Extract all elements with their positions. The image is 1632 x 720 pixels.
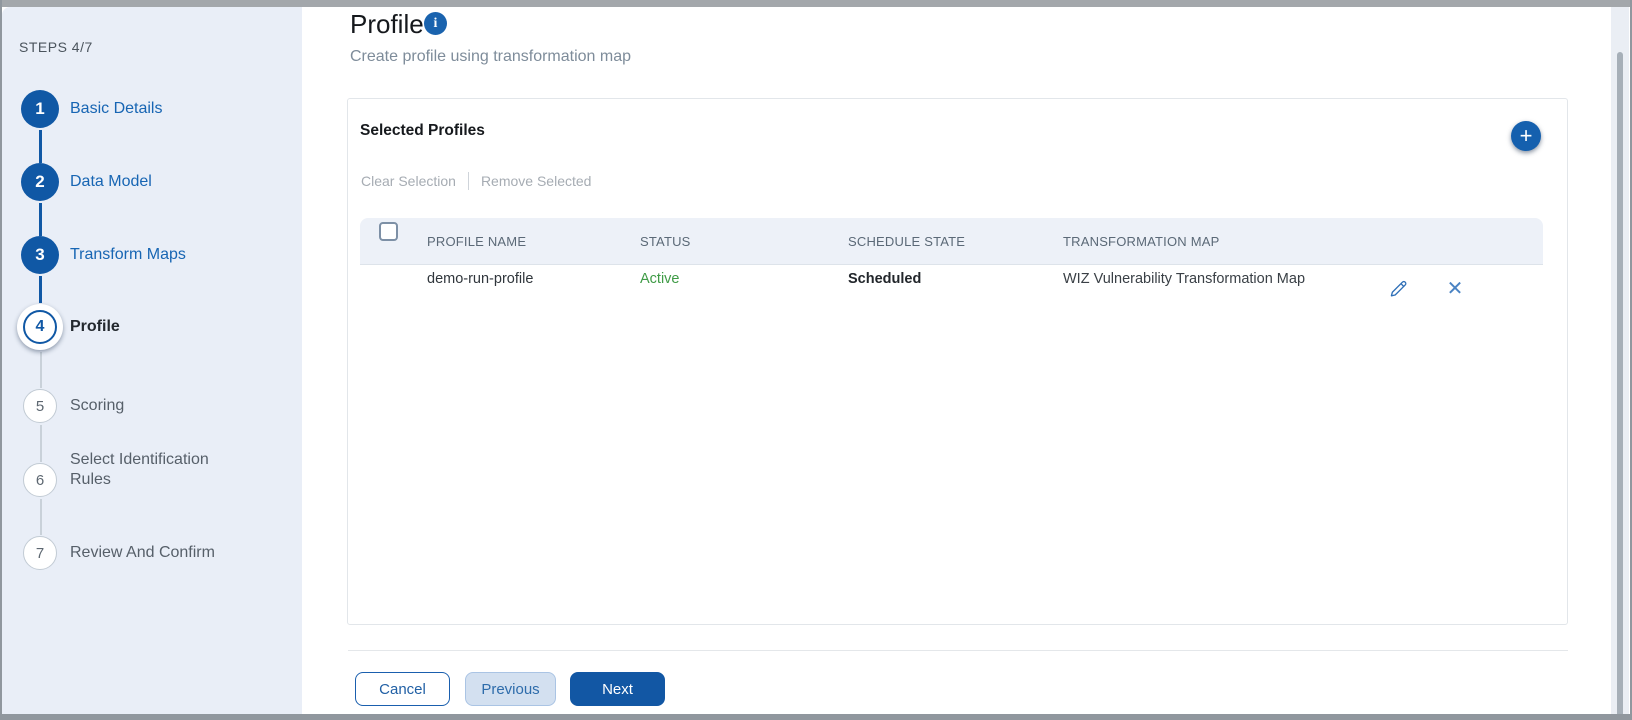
step-number-circle: 7 xyxy=(23,536,57,570)
previous-button[interactable]: Previous xyxy=(465,672,556,706)
steps-progress-label: STEPS 4/7 xyxy=(19,39,93,55)
step-label: Data Model xyxy=(70,172,152,192)
close-icon: ✕ xyxy=(1447,276,1464,301)
panel-title: Selected Profiles xyxy=(360,122,485,140)
edit-row-button[interactable] xyxy=(1386,276,1410,300)
delete-row-button[interactable]: ✕ xyxy=(1443,276,1467,300)
step-connector xyxy=(40,499,42,535)
step-label: Select Identification Rules xyxy=(70,450,240,490)
column-header-transformation-map[interactable]: TRANSFORMATION MAP xyxy=(1063,234,1219,249)
toolbar-separator xyxy=(468,172,469,190)
vertical-scrollbar-track[interactable] xyxy=(1611,7,1629,714)
footer-divider xyxy=(348,650,1568,651)
step-connector xyxy=(40,352,42,388)
column-header-profile-name[interactable]: PROFILE NAME xyxy=(427,234,526,249)
step-label: Basic Details xyxy=(70,99,162,119)
step-number-circle: 3 xyxy=(21,236,59,274)
step-connector xyxy=(39,130,42,163)
column-header-status[interactable]: STATUS xyxy=(640,234,691,249)
window-border-left xyxy=(0,0,2,720)
step-label: Transform Maps xyxy=(70,245,186,265)
info-icon[interactable]: i xyxy=(424,12,447,35)
select-all-checkbox[interactable] xyxy=(379,222,398,241)
pencil-icon xyxy=(1387,277,1410,300)
wizard-stepper-sidebar: STEPS 4/7 1 Basic Details 2 Data Model 3… xyxy=(2,7,302,714)
step-connector xyxy=(39,203,42,236)
step-number-circle: 6 xyxy=(23,463,57,497)
window-border-top xyxy=(0,0,1632,7)
cell-profile-name: demo-run-profile xyxy=(427,271,533,287)
cell-schedule-state: Scheduled xyxy=(848,271,921,287)
step-number-circle: 5 xyxy=(23,389,57,423)
add-profile-button[interactable]: + xyxy=(1511,121,1541,151)
table-toolbar: Clear Selection Remove Selected xyxy=(361,171,591,191)
cell-transformation-map: WIZ Vulnerability Transformation Map xyxy=(1063,271,1305,287)
vertical-scrollbar-thumb[interactable] xyxy=(1617,52,1623,717)
clear-selection-link[interactable]: Clear Selection xyxy=(361,173,456,189)
next-button[interactable]: Next xyxy=(570,672,665,706)
step-connector xyxy=(39,276,42,303)
remove-selected-link[interactable]: Remove Selected xyxy=(481,173,592,189)
step-number-circle: 2 xyxy=(21,163,59,201)
step-label: Profile xyxy=(70,317,120,337)
column-header-schedule-state[interactable]: SCHEDULE STATE xyxy=(848,234,965,249)
cancel-button[interactable]: Cancel xyxy=(355,672,450,706)
step-connector xyxy=(40,425,42,462)
step-number-circle: 4 xyxy=(23,310,57,344)
window-border-bottom xyxy=(0,714,1632,720)
cell-status: Active xyxy=(640,271,680,287)
page-title: Profile xyxy=(350,9,424,40)
step-label: Review And Confirm xyxy=(70,543,215,563)
step-number-circle: 1 xyxy=(21,90,59,128)
page-subtitle: Create profile using transformation map xyxy=(350,48,631,66)
step-label: Scoring xyxy=(70,396,124,416)
